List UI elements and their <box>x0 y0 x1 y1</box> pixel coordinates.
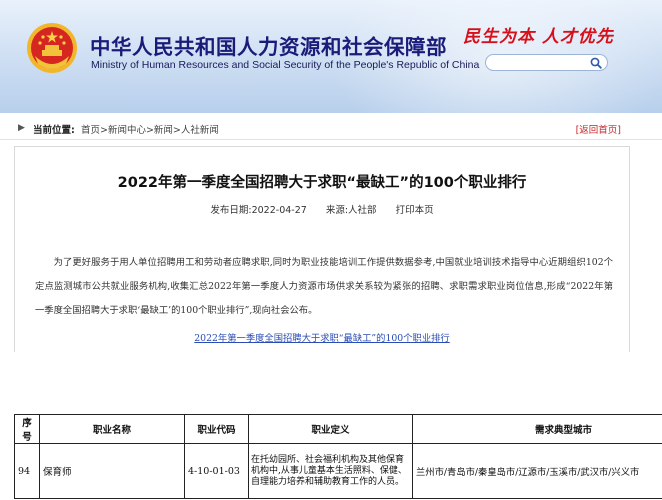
cell-name: 保育师 <box>39 443 185 499</box>
article-panel: 2022年第一季度全国招聘大于求职“最缺工”的100个职业排行 发布日期:202… <box>14 146 630 352</box>
search-icon[interactable] <box>590 57 602 69</box>
national-emblem-icon <box>27 23 77 73</box>
article-meta: 发布日期:2022-04-27 来源:人社部 打印本页 <box>15 202 629 216</box>
article-source: 来源:人社部 <box>325 205 377 216</box>
article-body: 为了更好服务于用人单位招聘用工和劳动者应聘求职,同时为职业技能培训工作提供数据参… <box>35 257 613 316</box>
header-rank: 序号 <box>14 414 40 444</box>
cell-code: 4-10-01-03 <box>184 443 249 499</box>
article-title: 2022年第一季度全国招聘大于求职“最缺工”的100个职业排行 <box>117 175 527 191</box>
cell-definition: 在托幼园所、社会福利机构及其他保育机构中,从事儿童基本生活照料、保健、自理能力培… <box>248 443 413 499</box>
header-code: 职业代码 <box>184 414 249 444</box>
publish-date: 发布日期:2022-04-27 <box>210 205 307 216</box>
breadcrumb: ▶ 当前位置: 首页>新闻中心>新闻>人社新闻 [返回首页] <box>0 118 662 140</box>
header-name: 职业名称 <box>39 414 185 444</box>
header-banner: 中华人民共和国人力资源和社会保障部 Ministry of Human Reso… <box>0 0 662 113</box>
header-cities: 需求典型城市 <box>412 414 662 444</box>
breadcrumb-label: 当前位置: <box>33 125 75 136</box>
ministry-name-cn: 中华人民共和国人力资源和社会保障部 <box>90 35 447 59</box>
back-to-home-link[interactable]: [返回首页] <box>576 122 621 136</box>
ranking-table: 序号 职业名称 职业代码 职业定义 需求典型城市 94 保育师 4-10-01-… <box>14 414 662 499</box>
ranking-link[interactable]: 2022年第一季度全国招聘大于求职“最缺工”的100个职业排行 <box>15 330 629 344</box>
breadcrumb-arrow-icon: ▶ <box>18 123 25 133</box>
print-page-link[interactable]: 打印本页 <box>396 205 434 216</box>
table-header-row: 序号 职业名称 职业代码 职业定义 需求典型城市 <box>14 414 662 444</box>
breadcrumb-path[interactable]: 首页>新闻中心>新闻>人社新闻 <box>81 122 219 136</box>
header-definition: 职业定义 <box>248 414 413 444</box>
cell-cities: 兰州市/青岛市/秦皇岛市/辽源市/玉溪市/武汉市/兴义市 <box>412 443 662 499</box>
search-input[interactable] <box>494 56 590 69</box>
table-row: 94 保育师 4-10-01-03 在托幼园所、社会福利机构及其他保育机构中,从… <box>14 443 662 499</box>
slogan: 民生为本 人才优先 <box>463 27 614 47</box>
ranking-table-wrap: 序号 职业名称 职业代码 职业定义 需求典型城市 94 保育师 4-10-01-… <box>14 414 662 500</box>
cell-rank: 94 <box>14 443 40 499</box>
search-box[interactable] <box>485 54 608 71</box>
ministry-name-en: Ministry of Human Resources and Social S… <box>91 59 480 71</box>
